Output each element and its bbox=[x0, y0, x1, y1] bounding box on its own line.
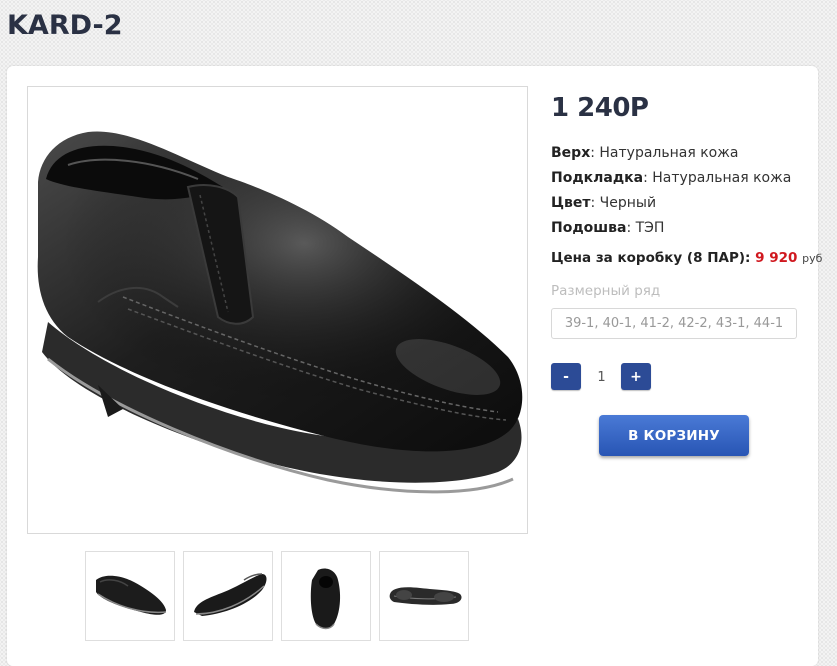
add-to-cart-button[interactable]: В КОРЗИНУ bbox=[599, 415, 749, 456]
shoe-image bbox=[37, 131, 523, 494]
shoe-sole-thumb bbox=[389, 587, 462, 605]
box-price-currency: руб bbox=[802, 252, 823, 265]
quantity-decrease-button[interactable]: - bbox=[551, 363, 581, 390]
main-product-image[interactable] bbox=[27, 86, 528, 534]
spec-label: Цвет bbox=[551, 195, 591, 211]
spec-label: Верх bbox=[551, 145, 591, 161]
quantity-increase-button[interactable]: + bbox=[621, 363, 651, 390]
box-price-value: 9 920 bbox=[755, 250, 798, 266]
spec-value: Черный bbox=[599, 195, 657, 211]
shoe-front-thumb bbox=[310, 568, 341, 630]
product-price: 1 240Р bbox=[551, 93, 649, 123]
thumbnail-4[interactable] bbox=[379, 551, 469, 641]
size-range-value: 39-1, 40-1, 41-2, 42-2, 43-1, 44-1 bbox=[564, 316, 784, 331]
shoe-side-thumb bbox=[96, 575, 167, 615]
spec-value: Натуральная кожа bbox=[652, 170, 792, 186]
spec-value: ТЭП bbox=[635, 220, 665, 236]
spec-upper: Верх: Натуральная кожа bbox=[551, 145, 739, 161]
spec-lining: Подкладка: Натуральная кожа bbox=[551, 170, 792, 186]
shoe-angled-thumb bbox=[194, 573, 267, 616]
spec-sole: Подошва: ТЭП bbox=[551, 220, 665, 236]
page-title: KARD-2 bbox=[7, 10, 123, 41]
size-range-label: Размерный ряд bbox=[551, 283, 661, 299]
thumbnail-1[interactable] bbox=[85, 551, 175, 641]
size-range-select[interactable]: 39-1, 40-1, 41-2, 42-2, 43-1, 44-1 bbox=[551, 308, 797, 339]
spec-label: Подошва bbox=[551, 220, 627, 236]
box-price: Цена за коробку (8 ПАР): 9 920 руб bbox=[551, 250, 822, 266]
quantity-input[interactable] bbox=[585, 365, 618, 389]
box-price-label: Цена за коробку (8 ПАР): bbox=[551, 250, 751, 266]
spec-label: Подкладка bbox=[551, 170, 644, 186]
spec-color: Цвет: Черный bbox=[551, 195, 657, 211]
thumbnail-3[interactable] bbox=[281, 551, 371, 641]
spec-value: Натуральная кожа bbox=[599, 145, 739, 161]
thumbnail-2[interactable] bbox=[183, 551, 273, 641]
